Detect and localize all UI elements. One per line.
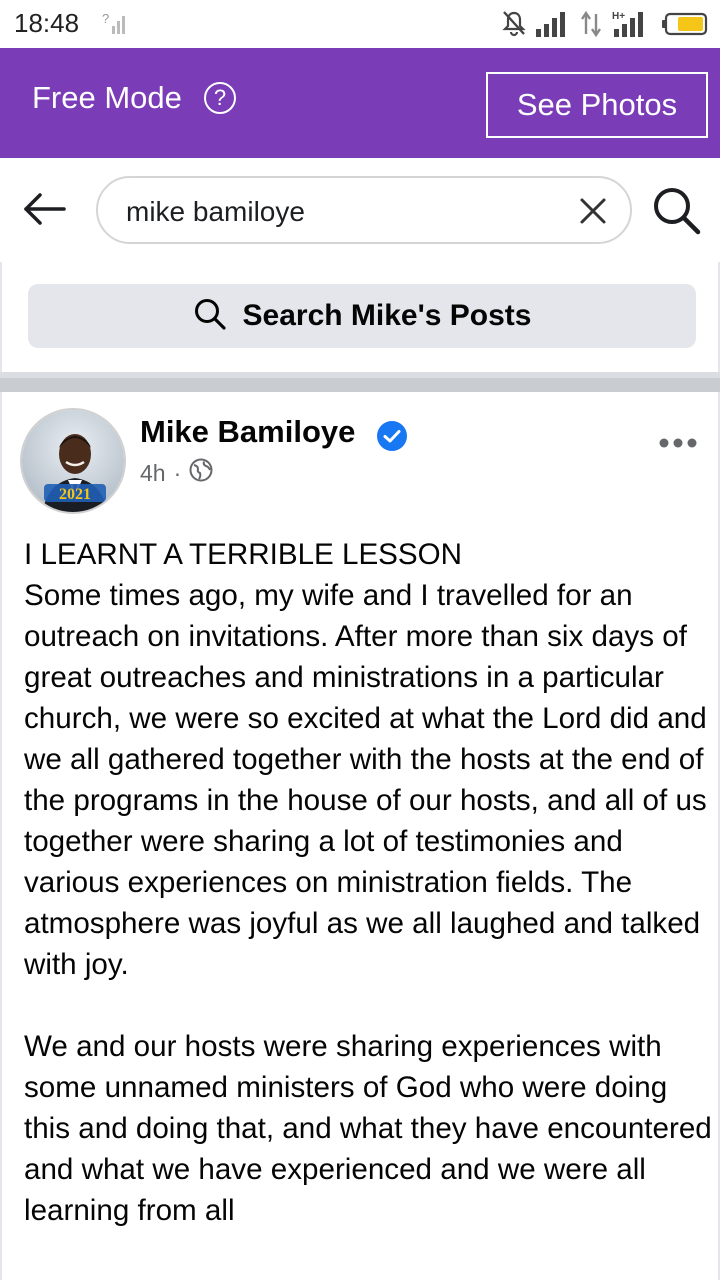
svg-text:?: ? <box>102 12 109 26</box>
data-arrows-icon <box>580 10 602 43</box>
free-mode-banner: Free Mode ? See Photos <box>0 48 720 158</box>
post-body: I LEARNT A TERRIBLE LESSON Some times ag… <box>24 538 712 1227</box>
post-card: 2021 Mike Bamiloye 4h · I LEARNT A TERRI… <box>0 392 720 1280</box>
more-options-icon[interactable] <box>658 436 698 448</box>
globe-icon <box>189 458 213 488</box>
signal-icon <box>536 11 570 42</box>
post-author[interactable]: Mike Bamiloye <box>140 414 355 450</box>
verified-badge-icon <box>376 420 408 457</box>
search-posts-label: Search Mike's Posts <box>242 299 532 332</box>
close-icon[interactable] <box>578 196 608 226</box>
avatar-year: 2021 <box>59 486 91 503</box>
battery-icon <box>662 11 708 42</box>
meta-separator: · <box>173 459 182 486</box>
avatar[interactable]: 2021 <box>20 408 126 514</box>
post-meta: 4h · <box>140 458 213 488</box>
search-bar-row: mike bamiloye <box>0 158 720 262</box>
no-sim-signal-icon: ? <box>102 11 126 41</box>
search-posts-button[interactable]: Search Mike's Posts <box>28 284 696 348</box>
status-time: 18:48 <box>14 8 80 38</box>
free-mode-title: Free Mode <box>32 80 182 115</box>
search-posts-panel: Search Mike's Posts <box>0 262 720 372</box>
hplus-signal-icon: H+ <box>612 10 652 43</box>
mute-icon <box>502 10 526 43</box>
svg-text:H+: H+ <box>612 11 625 22</box>
see-photos-button[interactable]: See Photos <box>486 72 708 138</box>
status-icons: H+ <box>502 10 708 43</box>
help-icon[interactable]: ? <box>204 82 236 114</box>
status-bar: 18:48 ? H+ <box>0 0 720 48</box>
post-time[interactable]: 4h <box>140 460 166 487</box>
search-input[interactable]: mike bamiloye <box>96 176 632 244</box>
search-query[interactable]: mike bamiloye <box>126 196 305 228</box>
search-icon[interactable] <box>650 184 702 236</box>
section-divider <box>0 372 720 392</box>
search-icon <box>193 297 227 336</box>
arrow-left-icon[interactable] <box>22 192 68 226</box>
